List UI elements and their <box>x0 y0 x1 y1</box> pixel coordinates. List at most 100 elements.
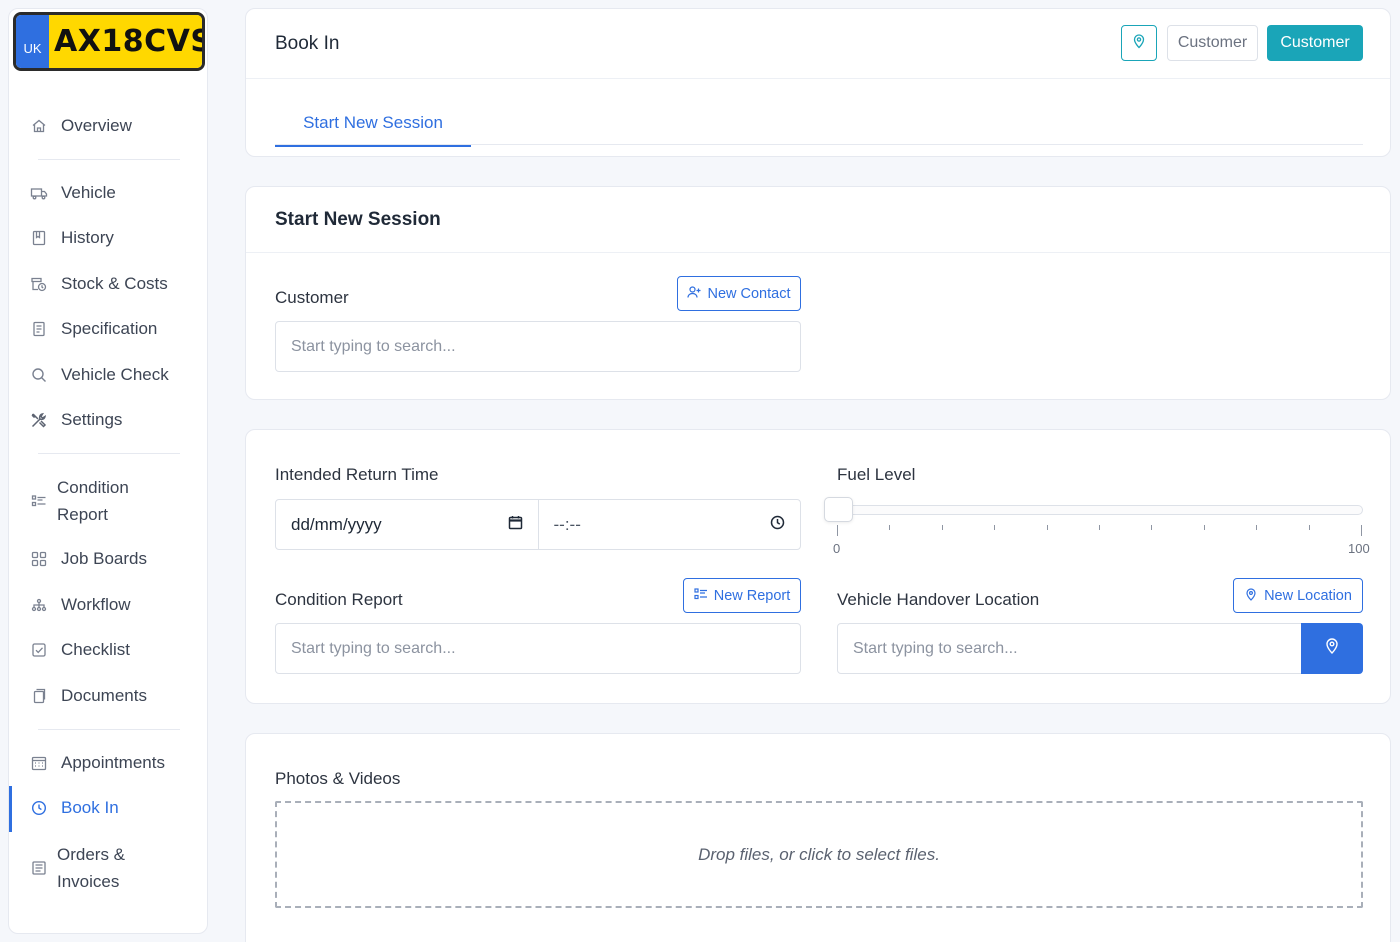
sidebar-divider <box>38 159 180 160</box>
page-title: Book In <box>275 33 340 54</box>
fuel-tick <box>994 525 996 530</box>
truck-icon <box>30 184 48 202</box>
sidebar-item-label: Job Boards <box>61 549 147 568</box>
home-icon <box>30 117 48 135</box>
sidebar-item-workflow[interactable]: Workflow <box>30 595 131 615</box>
fuel-tick <box>1361 525 1362 536</box>
tools-icon <box>30 411 48 429</box>
file-dropzone[interactable]: Drop files, or click to select files. <box>275 801 1363 908</box>
sidebar-item-label: Specification <box>61 319 158 338</box>
clock-icon <box>30 799 48 817</box>
fuel-tick <box>1099 525 1100 530</box>
workflow-icon <box>30 596 48 614</box>
header-card: Book In Customer Customer Start New Sess… <box>245 8 1391 157</box>
new-location-button[interactable]: New Location <box>1233 578 1363 613</box>
sidebar-item-job-boards[interactable]: Job Boards <box>30 549 147 569</box>
handover-location-label: Vehicle Handover Location <box>837 590 1040 609</box>
fuel-tick <box>1203 525 1205 530</box>
handover-location-search-input[interactable]: Start typing to search... <box>837 623 1303 674</box>
sidebar-item-label: Overview <box>61 116 132 135</box>
new-contact-label: New Contact <box>707 285 791 302</box>
tab-baseline <box>275 144 1363 145</box>
sidebar-item-history[interactable]: History <box>30 228 114 248</box>
map-pin-icon <box>1131 33 1147 54</box>
fuel-slider-handle[interactable] <box>824 497 853 522</box>
book-icon <box>30 229 48 247</box>
sidebar-item-label: Settings <box>61 410 123 429</box>
customer-button[interactable]: Customer <box>1267 25 1363 61</box>
sidebar-item-label: Orders & Invoices <box>57 845 126 891</box>
sidebar-item-appointments[interactable]: Appointments <box>30 753 165 773</box>
document-icon <box>30 320 48 338</box>
customer-label: Customer <box>275 288 349 307</box>
photos-videos-label: Photos & Videos <box>275 769 401 788</box>
sidebar-divider <box>38 729 180 730</box>
clock-icon[interactable] <box>770 515 785 535</box>
tab-start-new-session[interactable]: Start New Session <box>275 102 471 147</box>
plate-country: UK <box>16 15 49 68</box>
fuel-tick <box>889 525 891 530</box>
sidebar-item-book-in[interactable]: Book In <box>30 798 119 818</box>
sidebar-divider <box>38 453 180 454</box>
fuel-tick <box>1256 525 1258 530</box>
check-square-icon <box>30 641 48 659</box>
fuel-max-label: 100 <box>1348 541 1370 556</box>
sidebar-item-label: Condition Report <box>57 478 129 524</box>
sidebar-item-label: Book In <box>61 798 119 817</box>
sidebar-item-label: Stock & Costs <box>61 274 168 293</box>
condition-report-label: Condition Report <box>275 590 403 609</box>
header-divider <box>246 78 1390 79</box>
return-time-field: dd/mm/yyyy --:-- <box>275 499 801 550</box>
copy-icon <box>30 687 48 705</box>
date-input[interactable]: dd/mm/yyyy <box>276 500 538 549</box>
customer-outline-button[interactable]: Customer <box>1167 25 1258 61</box>
sidebar-item-label: Documents <box>61 686 147 705</box>
sidebar-item-settings[interactable]: Settings <box>30 410 122 430</box>
session-card: Start New Session Customer New Contact S… <box>245 186 1391 400</box>
section-divider <box>246 252 1390 253</box>
new-report-button[interactable]: New Report <box>683 578 801 613</box>
add-user-icon <box>687 285 701 303</box>
pick-location-button[interactable] <box>1301 623 1363 674</box>
fuel-tick <box>837 525 838 536</box>
return-time-label: Intended Return Time <box>275 465 439 484</box>
sidebar-item-label: History <box>61 228 114 247</box>
fuel-tick <box>941 525 943 530</box>
sidebar-item-specification[interactable]: Specification <box>30 319 157 339</box>
calendar-icon[interactable] <box>508 515 523 535</box>
new-contact-button[interactable]: New Contact <box>677 276 801 311</box>
fuel-min-label: 0 <box>833 541 841 556</box>
checklist-icon <box>30 492 48 510</box>
time-input[interactable]: --:-- <box>537 500 801 549</box>
sidebar-item-condition-report[interactable]: Condition Report <box>30 474 167 528</box>
stock-costs-icon <box>30 275 48 293</box>
customer-search-input[interactable]: Start typing to search... <box>275 321 801 372</box>
fuel-level-slider[interactable] <box>837 505 1363 515</box>
section-title: Start New Session <box>275 209 441 230</box>
fuel-level-label: Fuel Level <box>837 465 916 484</box>
sidebar-item-label: Vehicle Check <box>61 365 169 384</box>
sidebar-item-checklist[interactable]: Checklist <box>30 640 130 660</box>
details-card: Intended Return Time dd/mm/yyyy --:-- Fu… <box>245 429 1391 704</box>
new-report-label: New Report <box>713 587 791 604</box>
condition-report-search-input[interactable]: Start typing to search... <box>275 623 801 674</box>
sidebar-item-label: Appointments <box>61 753 165 772</box>
media-card: Photos & Videos Drop files, or click to … <box>245 733 1391 942</box>
location-button[interactable] <box>1121 25 1157 61</box>
sidebar-item-overview[interactable]: Overview <box>30 116 132 136</box>
number-plate: UK AX18CVS <box>13 12 205 71</box>
date-placeholder: dd/mm/yyyy <box>291 514 382 534</box>
time-placeholder: --:-- <box>553 514 581 534</box>
fuel-tick <box>1151 525 1153 530</box>
sidebar-item-vehicle-check[interactable]: Vehicle Check <box>30 365 169 385</box>
checklist-icon <box>694 587 708 605</box>
map-pin-icon <box>1244 587 1258 605</box>
grid-icon <box>30 550 48 568</box>
sidebar-item-orders-invoices[interactable]: Orders & Invoices <box>30 841 167 895</box>
plate-registration: AX18CVS <box>49 15 202 68</box>
sidebar-item-stock-costs[interactable]: Stock & Costs <box>30 274 168 294</box>
sidebar-item-documents[interactable]: Documents <box>30 686 147 706</box>
sidebar-item-label: Checklist <box>61 640 130 659</box>
active-indicator <box>9 786 12 832</box>
sidebar-item-vehicle[interactable]: Vehicle <box>30 183 116 203</box>
